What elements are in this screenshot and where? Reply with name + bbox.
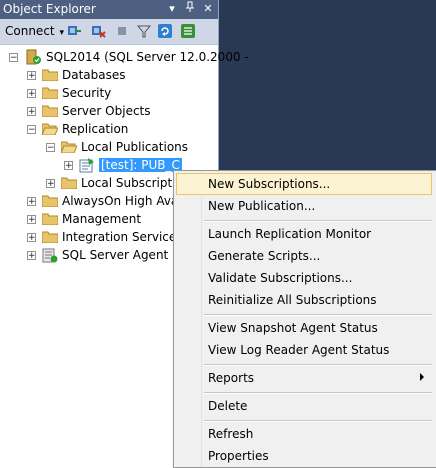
tree-node-sql-server-agent[interactable]: + SQL Server Agent <box>27 246 168 264</box>
menu-item-new-subscriptions[interactable]: New Subscriptions... <box>176 173 432 195</box>
tree-node-replication[interactable]: − Replication <box>27 120 128 138</box>
collapse-icon[interactable]: − <box>46 142 55 152</box>
tree-node-server[interactable]: − SQL2014 (SQL Server 12.0.2000 - <box>9 48 249 66</box>
tree-node-local-publications[interactable]: − Local Publications <box>46 138 188 156</box>
expand-icon[interactable]: + <box>27 106 36 116</box>
menu-item-reports[interactable]: Reports <box>176 367 432 389</box>
tree-label: Local Publications <box>81 140 189 154</box>
dropdown-icon[interactable]: ▾ <box>166 1 178 16</box>
tree-node-local-subscriptions[interactable]: + Local Subscriptio <box>46 174 183 192</box>
menu-separator <box>204 364 432 366</box>
summary-icon[interactable] <box>180 23 196 39</box>
tree-node-management[interactable]: + Management <box>27 210 141 228</box>
folder-icon <box>42 213 58 225</box>
connect-server-icon[interactable] <box>66 23 82 39</box>
folder-icon <box>42 69 58 81</box>
menu-item-label: New Publication... <box>208 199 316 213</box>
menu-item-label: View Log Reader Agent Status <box>208 343 390 357</box>
tree-label: Management <box>62 212 142 226</box>
menu-item-label: Reinitialize All Subscriptions <box>208 293 377 307</box>
refresh-icon[interactable] <box>157 23 173 39</box>
folder-icon <box>42 105 58 117</box>
menu-separator <box>204 220 432 222</box>
tree-node-databases[interactable]: + Databases <box>27 66 126 84</box>
close-icon[interactable]: ✕ <box>202 1 214 16</box>
menu-separator <box>204 420 432 422</box>
expand-icon[interactable]: + <box>27 214 36 224</box>
folder-icon <box>42 231 58 243</box>
stop-icon[interactable] <box>114 23 130 39</box>
collapse-icon[interactable]: − <box>27 124 36 134</box>
menu-item-launch-replication-monitor[interactable]: Launch Replication Monitor <box>176 223 432 245</box>
connect-button[interactable]: Connect ▾ <box>5 24 64 38</box>
folder-icon <box>42 195 58 207</box>
expand-icon[interactable]: + <box>64 160 73 170</box>
publication-label: [test]: PUB_C <box>99 158 182 172</box>
tree-node-alwayson[interactable]: + AlwaysOn High Avai <box>27 192 182 210</box>
menu-separator <box>204 314 432 316</box>
menu-item-new-publication[interactable]: New Publication... <box>176 195 432 217</box>
tree-node-integration-services[interactable]: + Integration Services C <box>27 228 195 246</box>
tree-label: SQL Server Agent <box>62 248 169 262</box>
menu-item-label: Reports <box>208 371 255 385</box>
tree-node-security[interactable]: + Security <box>27 84 111 102</box>
menu-item-refresh[interactable]: Refresh <box>176 423 432 445</box>
menu-item-validate-subscriptions[interactable]: Validate Subscriptions... <box>176 267 432 289</box>
menu-item-label: Generate Scripts... <box>208 249 321 263</box>
folder-icon <box>61 177 77 189</box>
expand-icon[interactable]: + <box>46 178 55 188</box>
tree-label: AlwaysOn High Avai <box>62 194 182 208</box>
tree-label: Security <box>62 86 112 100</box>
menu-item-generate-scripts[interactable]: Generate Scripts... <box>176 245 432 267</box>
expand-icon[interactable]: + <box>27 88 36 98</box>
server-label: SQL2014 (SQL Server 12.0.2000 - <box>46 50 249 64</box>
publication-icon <box>79 157 95 173</box>
folder-icon <box>42 87 58 99</box>
menu-item-label: View Snapshot Agent Status <box>208 321 378 335</box>
connect-dropdown-icon: ▾ <box>56 28 65 38</box>
filter-icon[interactable] <box>136 23 152 39</box>
submenu-arrow-icon <box>420 373 424 381</box>
explorer-toolbar: Connect ▾ <box>0 19 218 45</box>
panel-title-bar: Object Explorer ▾ ✕ <box>0 0 218 19</box>
expand-icon[interactable]: + <box>27 196 36 206</box>
folder-open-icon <box>42 123 58 135</box>
tree-node-server-objects[interactable]: + Server Objects <box>27 102 151 120</box>
disconnect-icon[interactable] <box>90 23 106 39</box>
tree-label: Databases <box>62 68 126 82</box>
menu-item-label: Properties <box>208 449 269 463</box>
menu-item-label: Delete <box>208 399 248 413</box>
menu-item-label: Refresh <box>208 427 254 441</box>
tree-node-publication[interactable]: + [test]: PUB_C <box>64 156 182 174</box>
agent-icon <box>42 247 58 263</box>
folder-open-icon <box>61 141 77 153</box>
expand-icon[interactable]: + <box>27 250 36 260</box>
menu-item-reinitialize-all[interactable]: Reinitialize All Subscriptions <box>176 289 432 311</box>
tree-label: Replication <box>62 122 129 136</box>
panel-title: Object Explorer <box>3 2 96 16</box>
context-menu: New Subscriptions... New Publication... … <box>173 170 436 468</box>
menu-item-properties[interactable]: Properties <box>176 445 432 467</box>
menu-item-view-snapshot-agent[interactable]: View Snapshot Agent Status <box>176 317 432 339</box>
menu-item-label: New Subscriptions... <box>208 177 331 191</box>
tree-label: Server Objects <box>62 104 151 118</box>
menu-separator <box>204 392 432 394</box>
expand-icon[interactable]: + <box>27 232 36 242</box>
server-icon <box>24 49 42 65</box>
connect-label: Connect <box>5 24 55 38</box>
menu-item-label: Launch Replication Monitor <box>208 227 372 241</box>
menu-item-delete[interactable]: Delete <box>176 395 432 417</box>
pin-icon[interactable] <box>184 1 196 16</box>
menu-item-label: Validate Subscriptions... <box>208 271 353 285</box>
collapse-icon[interactable]: − <box>9 52 18 62</box>
expand-icon[interactable]: + <box>27 70 36 80</box>
menu-item-view-log-reader-agent[interactable]: View Log Reader Agent Status <box>176 339 432 361</box>
tree-label: Local Subscriptio <box>81 176 183 190</box>
